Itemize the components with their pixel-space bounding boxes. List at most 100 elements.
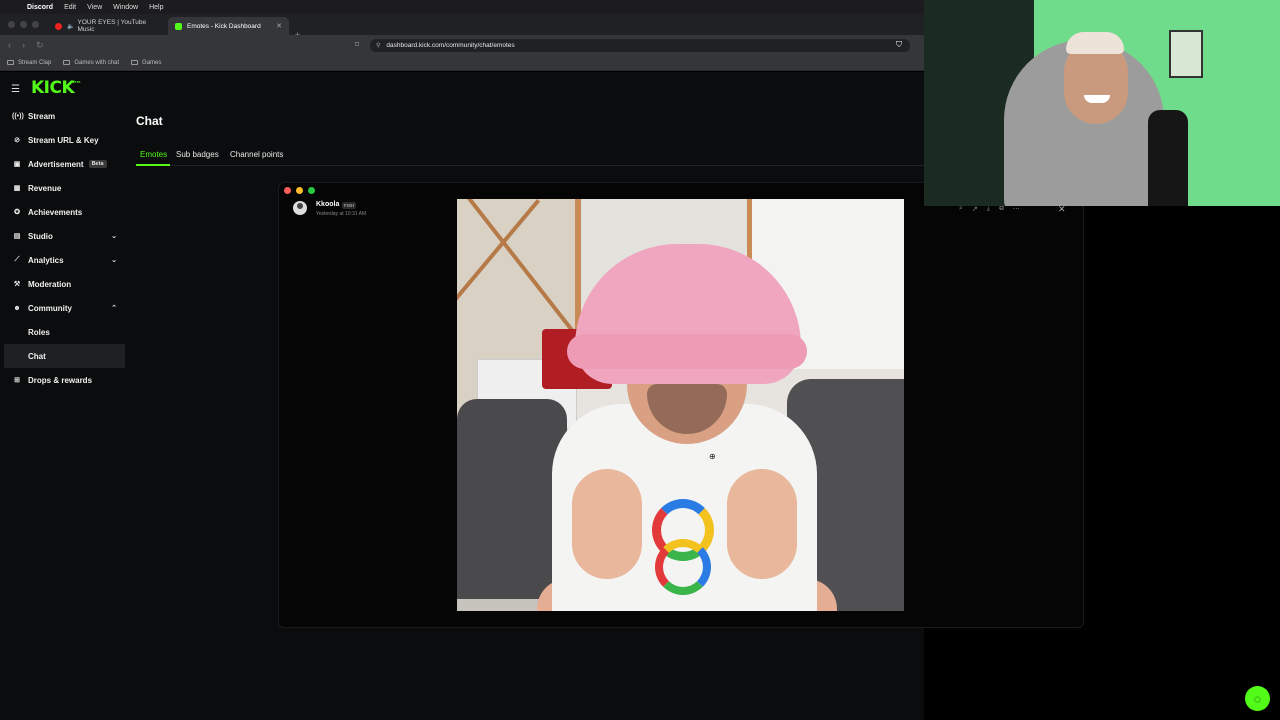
- help-chat-button[interactable]: ◌: [1245, 686, 1270, 711]
- sidebar-item-label: Community: [28, 303, 72, 313]
- author-name[interactable]: Kkoola: [316, 201, 339, 208]
- window-minimize-button[interactable]: [20, 21, 27, 28]
- broadcast-icon: ((•)): [12, 112, 24, 120]
- viewer-zoom-button[interactable]: [308, 187, 315, 194]
- studio-icon: ▤: [13, 233, 21, 240]
- tab-label: YOUR EYES | YouTube Music: [77, 19, 147, 33]
- sidebar-item-label: Analytics: [28, 255, 64, 265]
- mac-menubar: Discord Edit View Window Help: [0, 0, 924, 14]
- menu-help[interactable]: Help: [149, 4, 163, 11]
- sidebar-item-studio[interactable]: ▤ Studio ⌄: [4, 224, 125, 248]
- sidebar-nav: ((•)) Stream ⊘ Stream URL & Key ▣ Advert…: [4, 104, 125, 392]
- webcam-microphone: [1148, 110, 1188, 206]
- sidebar-item-label: Chat: [28, 351, 46, 361]
- bookmarks-bar: Stream Clap Games with chat Games: [0, 55, 924, 71]
- folder-icon: [131, 60, 139, 65]
- bookmark-label: Games with chat: [74, 59, 120, 66]
- webcam-wall-art: [1169, 30, 1203, 78]
- sidebar-item-label: Stream: [28, 111, 56, 121]
- webcam-person-hair: [1066, 32, 1124, 54]
- sidebar-item-stream-url-key[interactable]: ⊘ Stream URL & Key: [4, 128, 125, 152]
- sidebar-item-analytics[interactable]: ⟋ Analytics ⌄: [4, 248, 125, 272]
- reload-icon[interactable]: ↻: [36, 40, 44, 51]
- sidebar-item-community[interactable]: ☻ Community ⌃: [4, 296, 125, 320]
- zoom-icon[interactable]: ⌕: [959, 205, 963, 213]
- sidebar-item-label: Roles: [28, 327, 50, 337]
- browser-tab-youtube-music[interactable]: 🔈 YOUR EYES | YouTube Music: [48, 17, 166, 35]
- sidebar-item-drops-rewards[interactable]: ⊞ Drops & rewards: [4, 368, 125, 392]
- folder-icon: [63, 60, 71, 65]
- chat-bubble-icon: ◌: [1253, 691, 1262, 706]
- more-options-icon[interactable]: ⋯: [1013, 205, 1020, 213]
- sidebar-item-moderation[interactable]: ⚒ Moderation: [4, 272, 125, 296]
- logo-beta-badge: BETA: [72, 80, 81, 84]
- menu-view[interactable]: View: [87, 4, 102, 11]
- sidebar-item-label: Studio: [28, 231, 53, 241]
- webcam-overlay: [924, 0, 1280, 206]
- bookmark-folder[interactable]: Games with chat: [63, 60, 119, 66]
- sidebar-item-advertisement[interactable]: ▣ Advertisement Beta: [4, 152, 125, 176]
- window-close-button[interactable]: [8, 21, 15, 28]
- back-icon[interactable]: ‹: [8, 40, 11, 50]
- tab-channel-points[interactable]: Channel points: [230, 150, 283, 159]
- menu-app-name[interactable]: Discord: [27, 4, 53, 11]
- bookmark-folder[interactable]: Stream Clap: [7, 60, 51, 66]
- site-info-icon[interactable]: ⚲: [376, 42, 380, 49]
- photo-cap-brim: [567, 334, 807, 369]
- sidebar-item-chat[interactable]: Chat: [4, 344, 125, 368]
- active-tab-indicator: [136, 164, 170, 166]
- menu-window[interactable]: Window: [113, 4, 138, 11]
- url-field[interactable]: ⚲ dashboard.kick.com/community/chat/emot…: [370, 39, 910, 52]
- sidebar-item-label: Revenue: [28, 183, 62, 193]
- tab-sub-badges[interactable]: Sub badges: [176, 150, 219, 159]
- sidebar-item-stream[interactable]: ((•)) Stream: [4, 104, 125, 128]
- kick-logo[interactable]: KICK BETA: [31, 78, 80, 98]
- page-title: Chat: [136, 114, 163, 128]
- logo-text: KICK: [31, 78, 75, 98]
- photo-arm: [572, 469, 642, 579]
- viewer-image[interactable]: [457, 199, 904, 611]
- viewer-minimize-button[interactable]: [296, 187, 303, 194]
- chevron-down-icon[interactable]: ⌄: [111, 256, 117, 264]
- chevron-down-icon[interactable]: ⌄: [111, 232, 117, 240]
- chevron-up-icon[interactable]: ⌃: [111, 304, 117, 312]
- sidebar-item-label: Advertisement: [28, 159, 84, 169]
- sidebar-item-achievements[interactable]: ✪ Achievements: [4, 200, 125, 224]
- message-timestamp: Yesterday at 10:31 AM: [316, 211, 367, 217]
- gift-icon: ⊞: [14, 377, 20, 384]
- trophy-icon: ✪: [14, 209, 20, 216]
- open-external-icon[interactable]: ⧉: [999, 205, 1004, 213]
- tab-close-icon[interactable]: ✕: [276, 22, 282, 30]
- apple-icon[interactable]: [9, 2, 19, 12]
- bookmark-folder[interactable]: Games: [131, 60, 161, 66]
- sidebar-item-label: Stream URL & Key: [28, 135, 99, 145]
- browser-tab-bar: 🔈 YOUR EYES | YouTube Music Emotes - Kic…: [0, 14, 924, 40]
- tab-label: Emotes - Kick Dashboard: [187, 22, 261, 30]
- revenue-icon: ▦: [13, 185, 21, 192]
- sidebar-item-revenue[interactable]: ▦ Revenue: [4, 176, 125, 200]
- bookmark-label: Stream Clap: [18, 59, 52, 66]
- folder-icon: [7, 60, 14, 65]
- speaker-icon[interactable]: 🔈: [67, 23, 74, 30]
- download-icon[interactable]: ⤓: [987, 205, 990, 213]
- menu-icon[interactable]: ☰: [11, 84, 20, 95]
- tab-emotes[interactable]: Emotes: [140, 150, 167, 159]
- kick-favicon-icon: [175, 22, 182, 30]
- ad-icon: ▣: [13, 161, 21, 168]
- window-zoom-button[interactable]: [32, 21, 39, 28]
- menu-edit[interactable]: Edit: [64, 4, 76, 11]
- browser-tab-kick-dashboard[interactable]: Emotes - Kick Dashboard ✕: [168, 17, 289, 35]
- sidebar-item-label: Drops & rewards: [28, 375, 93, 385]
- avatar[interactable]: [293, 201, 307, 215]
- share-icon[interactable]: ↗: [972, 205, 978, 213]
- youtube-music-favicon-icon: [55, 22, 62, 30]
- hammer-icon: ⚒: [13, 281, 21, 288]
- forward-icon[interactable]: ›: [22, 40, 25, 50]
- address-bar-row: ‹ › ↻ ⌑ ⚲ dashboard.kick.com/community/c…: [0, 35, 924, 55]
- sidebar-item-roles[interactable]: Roles: [4, 320, 125, 344]
- sidebar-item-label: Moderation: [28, 279, 72, 289]
- shield-icon[interactable]: ⛉: [896, 40, 902, 50]
- viewer-close-button[interactable]: [284, 187, 291, 194]
- bookmark-icon[interactable]: ⌑: [355, 40, 359, 49]
- viewer-toolbar: ⌕ ↗ ⤓ ⧉ ⋯: [959, 205, 1020, 213]
